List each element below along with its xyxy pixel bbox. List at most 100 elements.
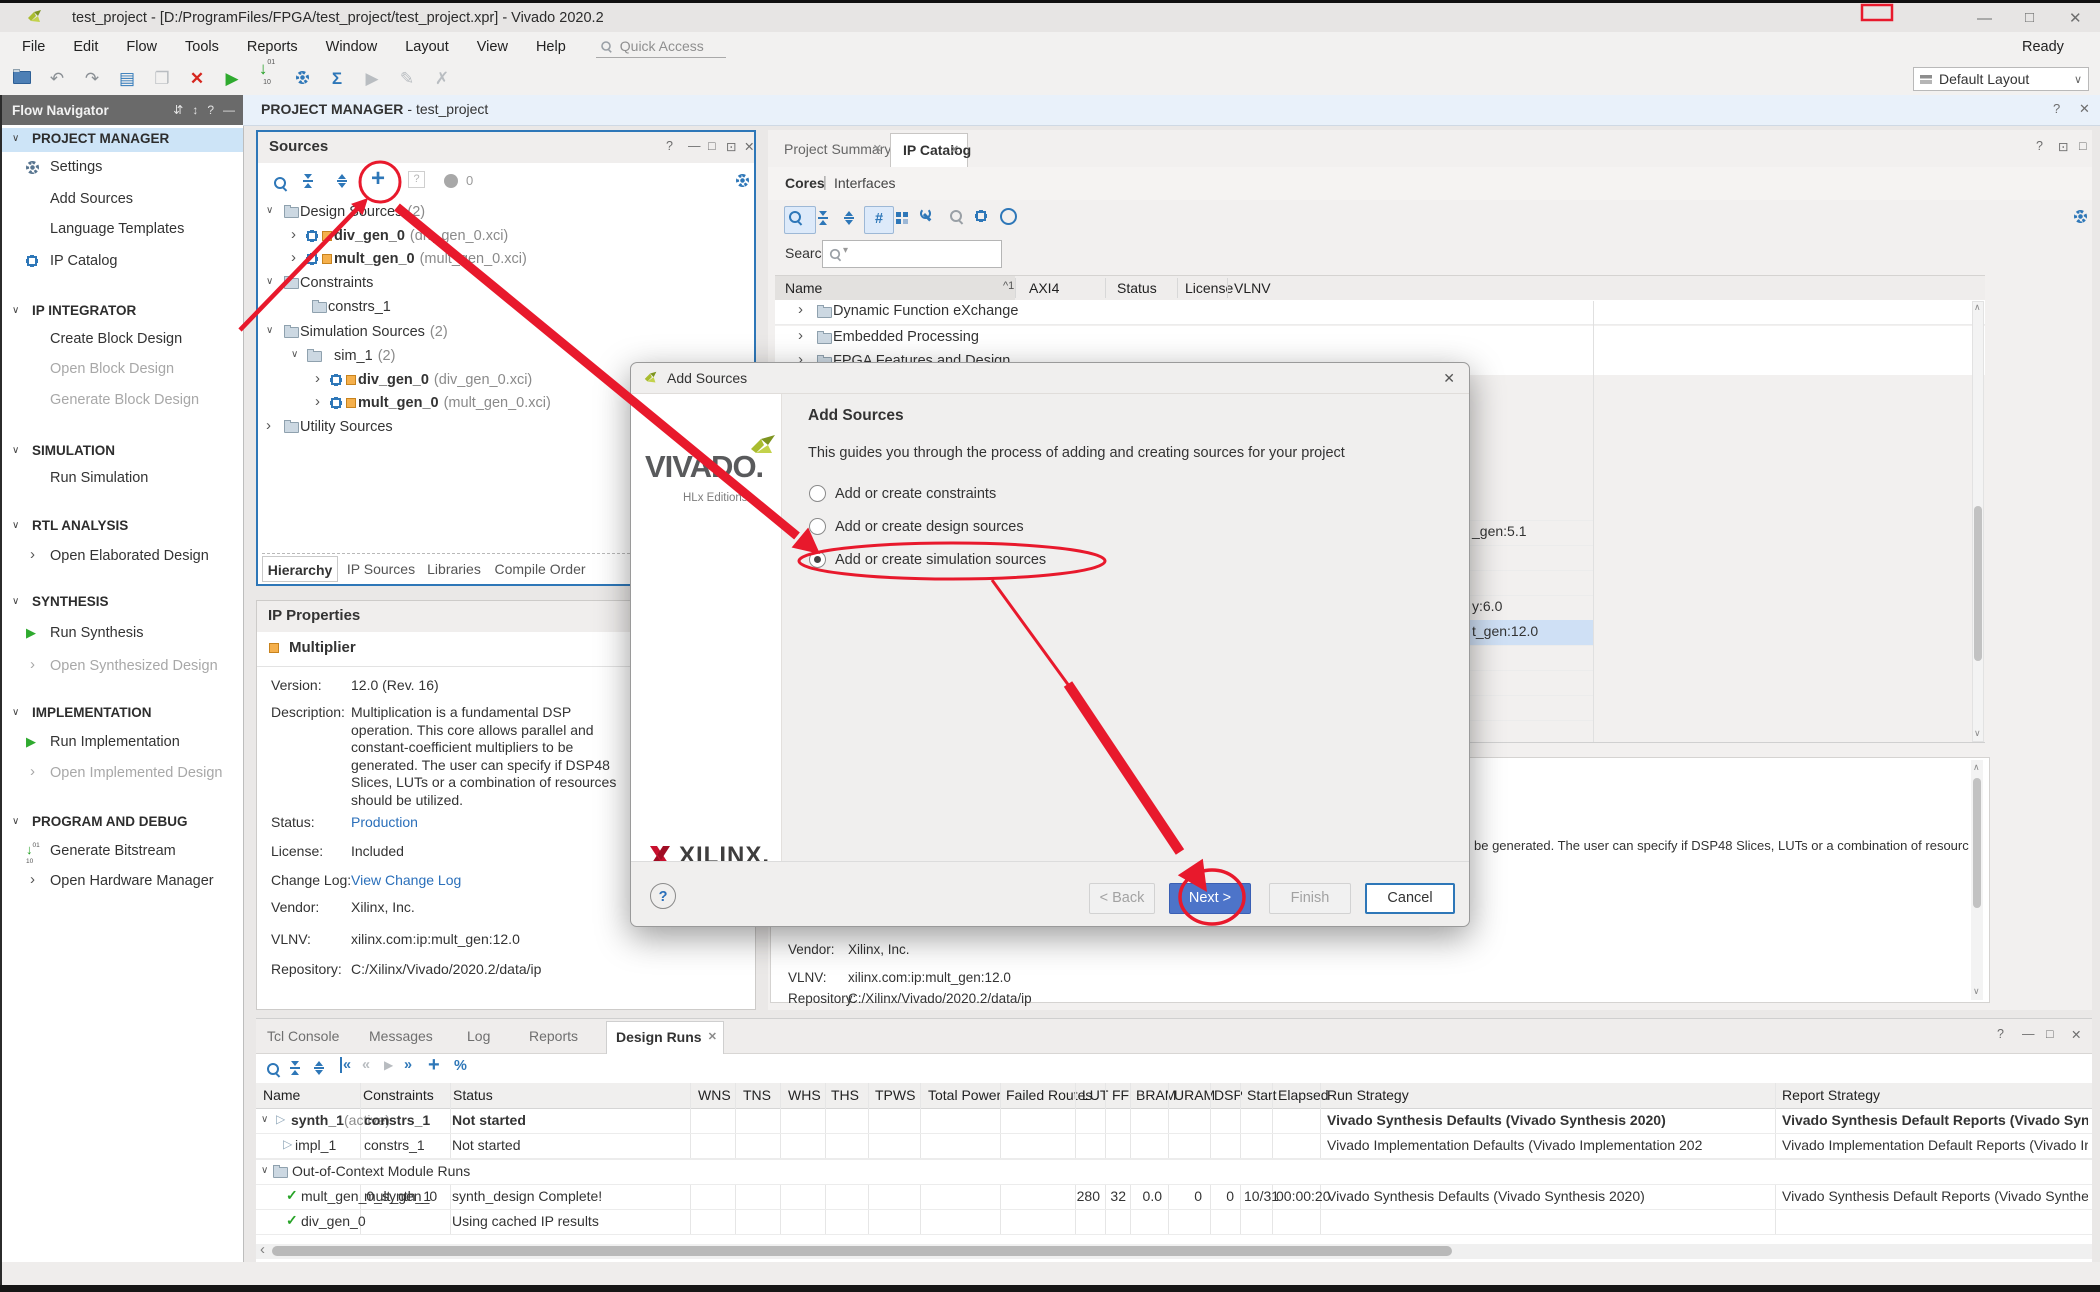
help-icon[interactable]: ? bbox=[207, 103, 214, 117]
float-icon[interactable]: ⊡ bbox=[2058, 139, 2068, 154]
flow-section-implementation[interactable]: ∨IMPLEMENTATION bbox=[2, 705, 243, 725]
radio-option-2[interactable]: Add or create simulation sources bbox=[809, 551, 1046, 573]
close-icon[interactable]: ✕ bbox=[2069, 9, 2082, 27]
next-button[interactable]: Next > bbox=[1169, 883, 1251, 914]
maximize-icon[interactable]: □ bbox=[708, 139, 716, 153]
maximize-icon[interactable]: □ bbox=[2079, 139, 2087, 153]
collapse-all-icon[interactable] bbox=[290, 1061, 300, 1075]
column-header-axi4[interactable]: AXI4 bbox=[1029, 280, 1059, 296]
tab-log[interactable]: Log bbox=[458, 1021, 518, 1054]
flow-item-create-block-design[interactable]: Create Block Design bbox=[2, 330, 243, 351]
catalog-search-input[interactable]: ▾ bbox=[822, 240, 1002, 268]
help-icon[interactable]: ? bbox=[1997, 1027, 2004, 1041]
subtab-interfaces[interactable]: Interfaces bbox=[834, 175, 895, 191]
menu-reports[interactable]: Reports bbox=[233, 34, 312, 60]
fast-forward-icon[interactable]: » bbox=[404, 1057, 412, 1073]
column-header-status[interactable]: Status bbox=[1117, 280, 1157, 296]
layout-selector[interactable]: Default Layout ∨ bbox=[1913, 67, 2089, 91]
help-disabled-icon[interactable]: ? bbox=[408, 171, 425, 188]
flow-section-ip-integrator[interactable]: ∨IP INTEGRATOR bbox=[2, 303, 243, 323]
column-header-tns[interactable]: TNS bbox=[743, 1087, 771, 1103]
minimize-icon[interactable]: — bbox=[223, 103, 235, 117]
minimize-icon[interactable]: — bbox=[1977, 10, 1992, 27]
flow-item-run-simulation[interactable]: Run Simulation bbox=[2, 469, 243, 490]
ip-prop-value[interactable]: Production bbox=[351, 814, 418, 830]
menu-view[interactable]: View bbox=[463, 34, 522, 60]
column-header-wns[interactable]: WNS bbox=[698, 1087, 731, 1103]
maximize-icon[interactable]: □ bbox=[2046, 1027, 2054, 1041]
minimize-icon[interactable]: — bbox=[688, 139, 701, 153]
column-header-tpws[interactable]: TPWS bbox=[875, 1087, 915, 1103]
play-icon[interactable]: ▶ bbox=[384, 1058, 393, 1072]
flow-item-open-elaborated-design[interactable]: ›Open Elaborated Design bbox=[2, 547, 243, 568]
radio-button[interactable] bbox=[809, 518, 826, 535]
flow-item-run-implementation[interactable]: ▶Run Implementation bbox=[2, 733, 243, 754]
catalog-partial-row[interactable]: t_gen:12.0 bbox=[1472, 623, 1538, 639]
flow-item-generate-bitstream[interactable]: ↓0110Generate Bitstream bbox=[2, 842, 243, 863]
column-header-name[interactable]: Name bbox=[263, 1087, 300, 1103]
menu-help[interactable]: Help bbox=[522, 34, 580, 60]
dock-icon[interactable]: ⇵ bbox=[173, 103, 183, 117]
flow-section-project-manager[interactable]: ∨PROJECT MANAGER bbox=[2, 131, 243, 151]
open-project-icon[interactable] bbox=[12, 69, 32, 89]
scroll-left-icon[interactable]: ‹ bbox=[260, 1241, 265, 1258]
column-header-dsp[interactable]: DSP bbox=[1214, 1087, 1243, 1103]
tab-ip-catalog[interactable]: IP Catalog✕ bbox=[890, 133, 968, 167]
column-header-name[interactable]: Name bbox=[785, 280, 822, 296]
run-row-div-gen-0[interactable]: ✓div_gen_0Using cached IP results bbox=[256, 1210, 2092, 1235]
expand-all-icon[interactable] bbox=[314, 1061, 324, 1075]
menu-flow[interactable]: Flow bbox=[112, 34, 171, 60]
tree-item-constrs_1[interactable]: constrs_1 bbox=[258, 296, 754, 319]
fast-backward-icon[interactable]: « bbox=[362, 1057, 370, 1073]
flow-item-add-sources[interactable]: Add Sources bbox=[2, 190, 243, 211]
tree-item-Simulation Sources[interactable]: ∨Simulation Sources(2) bbox=[258, 321, 754, 344]
scroll-down-icon[interactable]: ∨ bbox=[1973, 986, 1980, 997]
column-header-whs[interactable]: WHS bbox=[788, 1087, 821, 1103]
flow-section-simulation[interactable]: ∨SIMULATION bbox=[2, 443, 243, 463]
search-toggle-button[interactable] bbox=[784, 206, 816, 234]
scrollbar-thumb[interactable] bbox=[272, 1246, 1452, 1256]
menu-edit[interactable]: Edit bbox=[59, 34, 112, 60]
radio-button[interactable] bbox=[809, 551, 826, 568]
tree-item-div_gen_0[interactable]: ›div_gen_0(div_gen_0.xci) bbox=[258, 225, 754, 248]
catalog-row-dynamic-function-exchange[interactable]: ›Dynamic Function eXchange bbox=[775, 300, 1985, 325]
expand-all-icon[interactable] bbox=[337, 174, 347, 188]
flow-item-language-templates[interactable]: Language Templates bbox=[2, 220, 243, 241]
run-row-impl-1[interactable]: ▷impl_1constrs_1Not startedVivado Implem… bbox=[256, 1134, 2092, 1159]
settings-gear-icon[interactable] bbox=[292, 69, 312, 89]
horizontal-scrollbar[interactable]: ‹ bbox=[256, 1244, 2092, 1259]
flow-section-rtl-analysis[interactable]: ∨RTL ANALYSIS bbox=[2, 518, 243, 538]
help-icon[interactable]: ? bbox=[2053, 101, 2060, 116]
flow-item-settings[interactable]: Settings bbox=[2, 158, 243, 179]
step-first-icon[interactable]: « bbox=[340, 1057, 351, 1073]
run-row-out-of-context-module-runs[interactable]: ∨Out-of-Context Module Runs bbox=[256, 1160, 2092, 1185]
run-row-mult-gen-0-synth-1[interactable]: ✓mult_gen_0_synth_1mult_gen_0synth_desig… bbox=[256, 1185, 2092, 1210]
scrollbar-thumb[interactable] bbox=[1973, 778, 1981, 908]
table-scrollbar[interactable]: ∧∨ bbox=[1972, 301, 1984, 742]
run-icon[interactable]: ▶ bbox=[222, 69, 242, 89]
column-header-elapsed[interactable]: Elapsed bbox=[1278, 1087, 1329, 1103]
float-icon[interactable]: ⊡ bbox=[726, 139, 736, 154]
column-header-total-power[interactable]: Total Power bbox=[928, 1087, 1001, 1103]
dialog-close-icon[interactable]: ✕ bbox=[1443, 370, 1455, 387]
column-header-ff[interactable]: FF bbox=[1112, 1087, 1129, 1103]
flow-section-synthesis[interactable]: ∨SYNTHESIS bbox=[2, 594, 243, 614]
flow-item-run-synthesis[interactable]: ▶Run Synthesis bbox=[2, 624, 243, 645]
tree-item-Constraints[interactable]: ∨Constraints bbox=[258, 272, 754, 295]
column-header-failed-routes[interactable]: Failed Routes bbox=[1006, 1087, 1092, 1103]
radio-option-0[interactable]: Add or create constraints bbox=[809, 485, 996, 507]
maximize-icon[interactable]: □ bbox=[2025, 9, 2034, 26]
chevron-down-icon[interactable]: ∨ bbox=[261, 1114, 268, 1125]
add-run-icon[interactable]: + bbox=[428, 1054, 440, 1077]
generate-bitstream-icon[interactable]: ↓0110 bbox=[257, 59, 277, 99]
quick-access-input[interactable]: Quick Access bbox=[596, 36, 726, 58]
flow-item-ip-catalog[interactable]: IP Catalog bbox=[2, 252, 243, 273]
tab-project-summary[interactable]: Project Summary✕ bbox=[772, 133, 890, 167]
tab-reports[interactable]: Reports bbox=[520, 1021, 604, 1054]
radio-button[interactable] bbox=[809, 485, 826, 502]
delete-icon[interactable]: ✕ bbox=[187, 69, 207, 89]
ip-prop-value[interactable]: View Change Log bbox=[351, 872, 461, 888]
cross-probe-icon[interactable]: ✗ bbox=[432, 69, 452, 89]
tab-compile-order[interactable]: Compile Order bbox=[494, 556, 586, 582]
close-icon[interactable]: ✕ bbox=[950, 134, 959, 166]
